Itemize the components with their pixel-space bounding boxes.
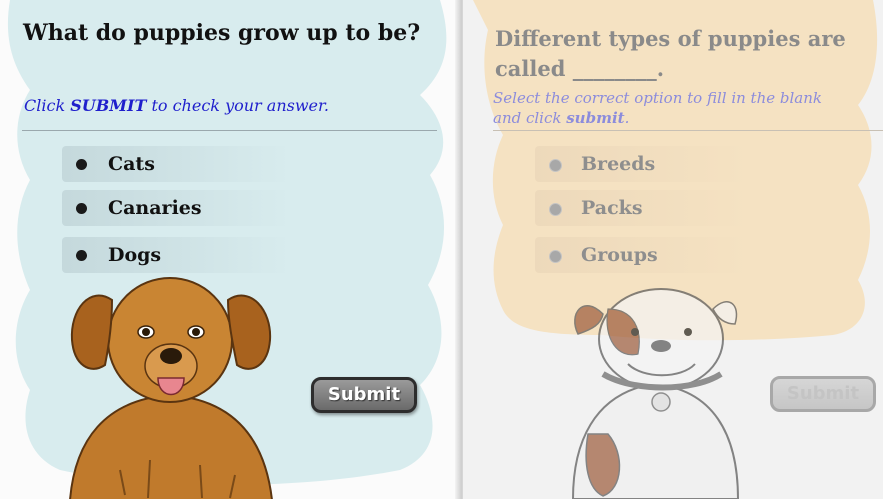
instruction-text: Click SUBMIT to check your answer. (24, 96, 329, 115)
submit-button[interactable]: Submit (311, 377, 417, 413)
radio-bullet-icon (549, 250, 562, 263)
puppy-illustration (69, 277, 273, 499)
option-groups[interactable]: Groups (535, 237, 750, 273)
instruction-line-1: Select the correct option to fill in the… (493, 89, 822, 107)
option-breeds[interactable]: Breeds (535, 146, 750, 182)
option-packs[interactable]: Packs (535, 190, 750, 226)
divider-line (22, 130, 437, 131)
radio-bullet-icon (549, 159, 562, 172)
submit-button-disabled[interactable]: Submit (770, 376, 876, 412)
divider-line (493, 130, 883, 131)
radio-bullet-icon (549, 203, 562, 216)
left-quiz-page: What do puppies grow up to be? Click SUB… (0, 0, 459, 499)
option-label: Breeds (581, 153, 656, 175)
bulldog-illustration (571, 288, 740, 499)
radio-bullet-icon (76, 159, 87, 170)
option-label: Canaries (108, 197, 202, 219)
instruction-prefix: Click (24, 96, 71, 115)
question-line-1: Different types of puppies are (495, 26, 846, 51)
option-label: Packs (581, 197, 643, 219)
instruction-emphasis: SUBMIT (70, 96, 147, 115)
question-line-2: called ________. (495, 56, 665, 81)
instruction-line-2-suffix: . (624, 109, 630, 127)
radio-bullet-icon (76, 250, 87, 261)
option-label: Cats (108, 153, 155, 175)
option-label: Groups (581, 244, 658, 266)
instruction-text: Select the correct option to fill in the… (493, 88, 822, 128)
instruction-emphasis: submit (566, 109, 625, 127)
option-canaries[interactable]: Canaries (62, 190, 292, 226)
option-cats[interactable]: Cats (62, 146, 292, 182)
right-quiz-page: Different types of puppies are called __… (463, 0, 883, 499)
question-title: Different types of puppies are called __… (495, 24, 846, 84)
question-title: What do puppies grow up to be? (23, 20, 421, 46)
radio-bullet-icon (76, 203, 87, 214)
instruction-suffix: to check your answer. (146, 96, 329, 115)
option-label: Dogs (108, 244, 162, 266)
instruction-line-2-prefix: and click (493, 109, 567, 127)
option-dogs[interactable]: Dogs (62, 237, 292, 273)
